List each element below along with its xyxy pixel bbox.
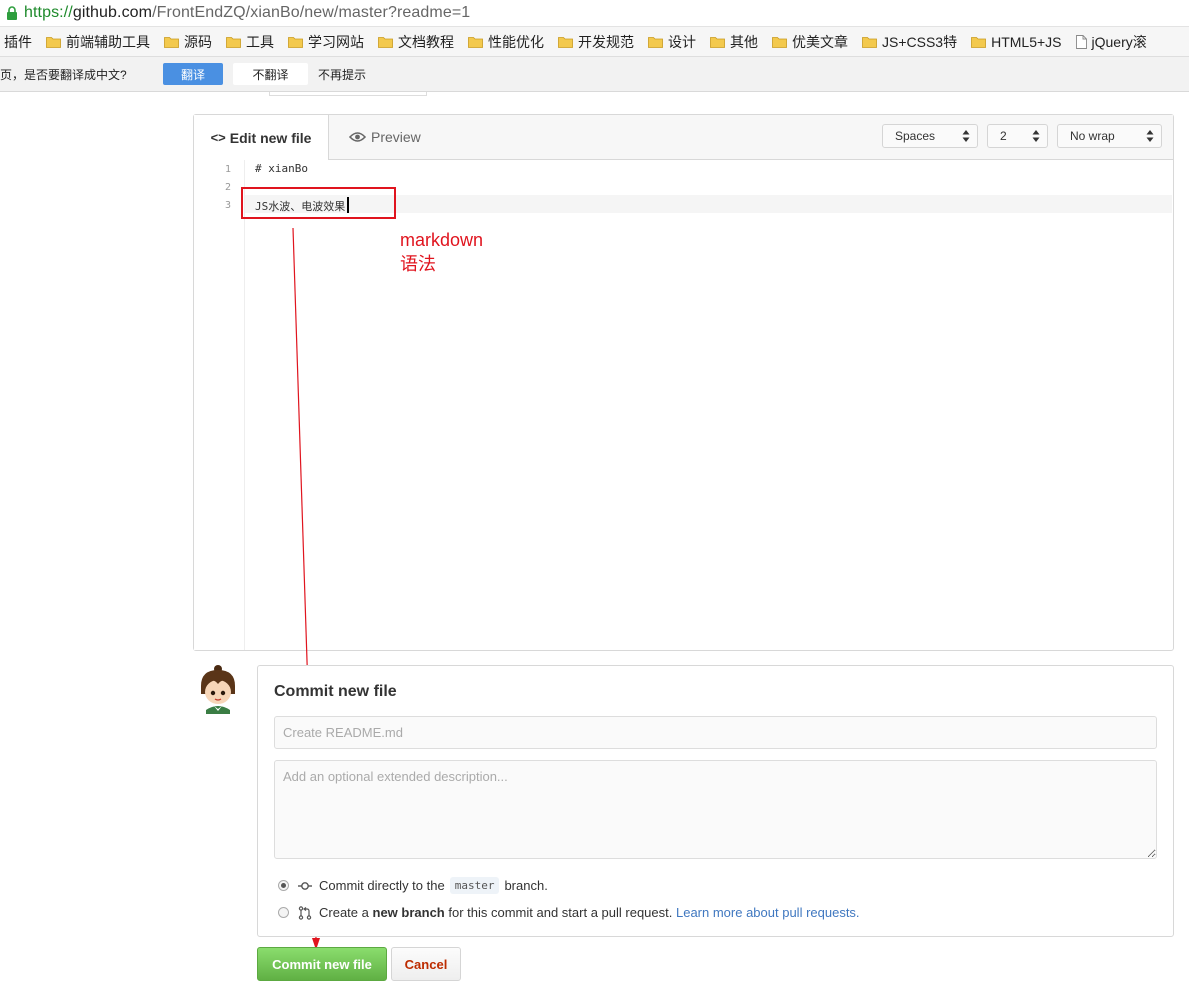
bookmarks-bar: 插件 前端辅助工具 源码 工具 学习网站 文档教程 性能优化 开发规范 设计 其他 优美文章 JS+C…	[0, 27, 1189, 57]
bookmark-item[interactable]: HTML5+JS	[971, 33, 1062, 50]
folder-icon	[971, 36, 986, 48]
bookmark-item[interactable]: jQuery滚	[1075, 32, 1147, 52]
bookmark-item[interactable]: JS+CSS3特	[862, 32, 957, 52]
cancel-button[interactable]: Cancel	[391, 947, 461, 981]
address-bar[interactable]: https://github.com/FrontEndZQ/xianBo/new…	[0, 0, 1189, 27]
bookmark-item[interactable]: 前端辅助工具	[46, 32, 150, 52]
direct-option-suffix: branch.	[504, 878, 548, 893]
bookmark-label: 性能优化	[488, 33, 544, 50]
tab-edit-label: Edit new file	[229, 129, 312, 146]
bookmark-label: 前端辅助工具	[66, 33, 150, 50]
commit-title: Commit new file	[274, 683, 397, 700]
bookmark-item[interactable]: 插件	[4, 32, 32, 52]
commit-new-file-button[interactable]: Commit new file	[257, 947, 387, 981]
wrap-mode-select[interactable]: No wrap	[1057, 124, 1162, 148]
updown-arrow-icon	[962, 130, 970, 142]
folder-icon	[46, 36, 61, 48]
commit-direct-option[interactable]: Commit directly to the master branch.	[278, 877, 548, 894]
branch-name-tag: master	[449, 877, 500, 894]
translate-bar: 页，是否要翻译成中文? 翻译 不翻译 不再提示	[0, 57, 1189, 92]
direct-option-prefix: Commit directly to the	[319, 878, 445, 893]
bookmark-label: 开发规范	[578, 33, 634, 50]
bookmark-label: 设计	[668, 33, 696, 50]
bookmark-label: 学习网站	[308, 33, 364, 50]
translate-button[interactable]: 翻译	[163, 63, 223, 85]
annotation-label: markdown 语法	[400, 228, 483, 276]
indent-size-value: 2	[1000, 129, 1007, 143]
tab-preview-label: Preview	[371, 129, 421, 145]
folder-icon	[710, 36, 725, 48]
bookmark-item[interactable]: 源码	[164, 32, 212, 52]
line-number: 2	[224, 182, 231, 193]
bookmark-item[interactable]: 性能优化	[468, 32, 544, 52]
indent-mode-value: Spaces	[895, 129, 936, 143]
code-line[interactable]: # xianBo	[255, 162, 308, 175]
folder-icon	[772, 36, 787, 48]
folder-icon	[468, 36, 483, 48]
new-branch-bold: new branch	[372, 905, 445, 920]
bookmark-label: 文档教程	[398, 33, 454, 50]
learn-more-link[interactable]: Learn more about pull requests.	[676, 905, 860, 920]
page-icon	[1075, 34, 1087, 49]
commit-summary-input[interactable]	[274, 716, 1157, 749]
bookmark-item[interactable]: 设计	[648, 32, 696, 52]
folder-icon	[648, 36, 663, 48]
tab-edit-file[interactable]: <> Edit new file	[194, 115, 329, 160]
annotation-label-line2: 语法	[400, 254, 436, 274]
folder-icon	[558, 36, 573, 48]
bookmark-label: 优美文章	[792, 33, 848, 50]
line-number-gutter: 1 2 3	[194, 160, 245, 650]
url-host: github.com	[72, 4, 153, 21]
folder-icon	[226, 36, 241, 48]
git-commit-icon	[298, 881, 312, 890]
updown-arrow-icon	[1146, 130, 1154, 142]
line-number: 3	[224, 200, 231, 211]
bookmark-label: jQuery滚	[1091, 33, 1147, 50]
new-branch-prefix: Create a	[319, 905, 369, 920]
code-icon: <>	[210, 130, 226, 145]
lock-icon	[7, 6, 17, 20]
wrap-mode-value: No wrap	[1070, 129, 1115, 143]
radio-direct[interactable]	[278, 880, 289, 891]
url-path: /FrontEndZQ/xianBo/new/master?readme=1	[152, 4, 471, 21]
translate-message: 页，是否要翻译成中文?	[0, 67, 127, 82]
updown-arrow-icon	[1032, 130, 1040, 142]
bookmark-label: 工具	[246, 33, 274, 50]
bookmark-item[interactable]: 其他	[710, 32, 758, 52]
commit-new-branch-option[interactable]: Create a new branch for this commit and …	[278, 905, 860, 920]
annotation-highlight-box	[241, 187, 396, 219]
indent-size-select[interactable]: 2	[987, 124, 1048, 148]
radio-new-branch[interactable]	[278, 907, 289, 918]
bookmark-item[interactable]: 开发规范	[558, 32, 634, 52]
folder-icon	[862, 36, 877, 48]
pull-request-icon	[298, 905, 312, 920]
bookmark-item[interactable]: 工具	[226, 32, 274, 52]
indent-mode-select[interactable]: Spaces	[882, 124, 978, 148]
avatar[interactable]	[196, 664, 240, 714]
tab-preview[interactable]: Preview	[349, 115, 421, 159]
annotation-label-line1: markdown	[400, 230, 484, 250]
folder-icon	[288, 36, 303, 48]
bookmark-label: 插件	[4, 33, 32, 50]
editor-toolbar: <> Edit new file Preview Spaces 2 No wra…	[194, 115, 1173, 160]
never-translate-link[interactable]: 不再提示	[318, 66, 366, 83]
bookmark-label: JS+CSS3特	[882, 33, 958, 50]
commit-form: Commit new file Commit directly to the m…	[257, 665, 1174, 937]
bookmark-label: 源码	[184, 33, 212, 50]
bookmark-item[interactable]: 文档教程	[378, 32, 454, 52]
new-branch-suffix: for this commit and start a pull request…	[448, 905, 673, 920]
commit-description-input[interactable]	[274, 760, 1157, 859]
no-translate-button[interactable]: 不翻译	[233, 63, 308, 85]
url-scheme: https://	[24, 4, 73, 21]
folder-icon	[164, 36, 179, 48]
folder-icon	[378, 36, 393, 48]
line-number: 1	[224, 164, 231, 175]
url-text[interactable]: https://github.com/FrontEndZQ/xianBo/new…	[24, 4, 470, 22]
filename-field-remnant	[269, 92, 427, 96]
eye-icon	[349, 132, 366, 142]
bookmark-label: 其他	[730, 33, 758, 50]
bookmark-item[interactable]: 学习网站	[288, 32, 364, 52]
bookmark-label: HTML5+JS	[991, 33, 1062, 50]
bookmark-item[interactable]: 优美文章	[772, 32, 848, 52]
